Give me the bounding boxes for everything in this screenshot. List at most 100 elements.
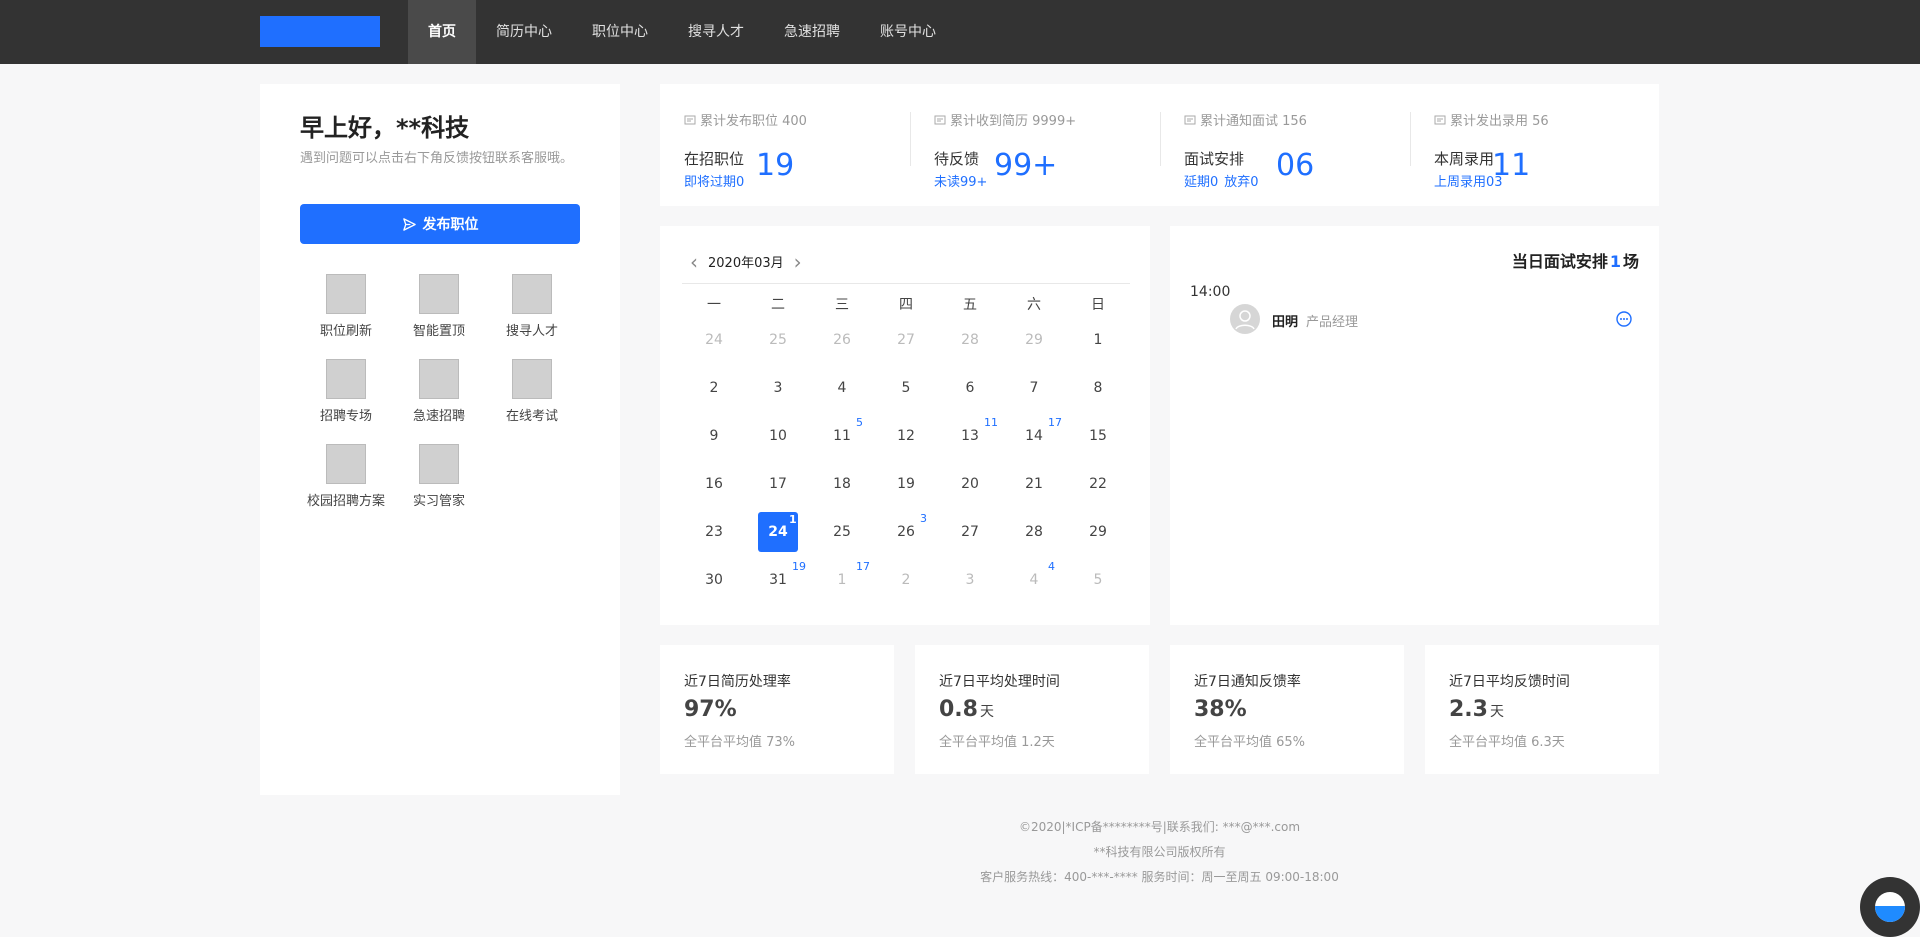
day-number: 31 [769,572,787,588]
shortcut-smart-top[interactable]: 智能置顶 [389,274,489,339]
calendar-day[interactable]: 13 11 [938,416,1002,464]
top-navbar: 首页 简历中心 职位中心 搜寻人才 急速招聘 账号中心 [0,0,1920,64]
calendar-day[interactable]: 21 [1002,464,1066,512]
calendar-day[interactable]: 22 [1066,464,1130,512]
metric-average: 全平台平均值 1.2天 [939,735,1055,750]
stat-sub[interactable]: 即将过期0 [684,171,750,190]
footer-links[interactable]: ©2020|*ICP备********号|联系我们: ***@***.com [660,815,1659,840]
calendar-day[interactable]: 20 [938,464,1002,512]
publish-job-label: 发布职位 [422,217,479,233]
shortcut-job-refresh[interactable]: 职位刷新 [296,274,396,339]
stat-interviews[interactable]: 累计通知面试 156 面试安排 延期0 放弃0 06 [1160,84,1410,206]
calendar-day[interactable]: 11 5 [810,416,874,464]
shortcut-online-exam[interactable]: 在线考试 [482,359,582,424]
calendar-day[interactable]: 18 [810,464,874,512]
calendar-day[interactable]: 17 [746,464,810,512]
shortcut-talent-search[interactable]: 搜寻人才 [482,274,582,339]
calendar-day[interactable]: 15 [1066,416,1130,464]
candidate-name[interactable]: 田明 [1272,311,1298,330]
calendar-day[interactable]: 26 3 [874,512,938,560]
schedule-title-prefix: 当日面试安排 [1511,252,1608,271]
calendar-day[interactable]: 24 [682,320,746,368]
nav-item-resume-center[interactable]: 简历中心 [476,0,572,64]
nav-item-account-center[interactable]: 账号中心 [860,0,956,64]
welcome-panel: 早上好，**科技 遇到问题可以点击右下角反馈按钮联系客服哦。 发布职位 职位刷新… [260,84,620,795]
calendar-day[interactable]: 16 [682,464,746,512]
calendar-day[interactable]: 3 [746,368,810,416]
calendar-day[interactable]: 31 19 [746,560,810,608]
stat-sub[interactable]: 未读99+ [934,171,993,190]
calendar-day[interactable]: 2 [682,368,746,416]
stat-total: 累计发布职位 400 [684,110,807,129]
stat-weekly-hires[interactable]: 累计发出录用 56 本周录用 上周录用03 11 [1410,84,1660,206]
schedule-count: 1 [1609,252,1621,271]
job-refresh-icon [326,274,366,314]
publish-job-button[interactable]: 发布职位 [300,204,580,244]
metric-title: 近7日平均处理时间 [939,674,1060,690]
calendar-day[interactable]: 29 [1002,320,1066,368]
chevron-right-icon[interactable]: › [794,252,802,272]
send-icon [402,217,416,231]
calendar-day[interactable]: 23 [682,512,746,560]
shortcut-intern-manager[interactable]: 实习管家 [389,444,489,509]
day-number: 29 [1089,524,1107,540]
calendar-day[interactable]: 25 [746,320,810,368]
calendar-day[interactable]: 8 [1066,368,1130,416]
avatar[interactable] [1230,304,1260,334]
calendar-panel: ‹ 2020年03月 › 一二三四五六日 24 25 26 27 28 29 1 2 3 4 5 6 7… [660,226,1150,625]
day-number: 9 [709,428,719,444]
calendar-day[interactable]: 4 [810,368,874,416]
calendar-day[interactable]: 30 [682,560,746,608]
stat-sub-item[interactable]: 延期0 [1184,175,1218,190]
divider [682,283,1130,284]
stat-open-jobs[interactable]: 累计发布职位 400 在招职位 即将过期0 19 [660,84,910,206]
calendar-day[interactable]: 6 [938,368,1002,416]
brand-logo[interactable] [260,16,380,47]
metric-unit: 天 [979,704,994,720]
stat-sub[interactable]: 延期0 放弃0 [1184,171,1265,190]
calendar-day[interactable]: 25 [810,512,874,560]
calendar-day[interactable]: 1 17 [810,560,874,608]
day-number: 25 [833,524,851,540]
calendar-day[interactable]: 44 [1002,560,1066,608]
stat-total: 累计收到简历 9999+ [934,110,1076,129]
stat-label: 面试安排 [1184,150,1245,168]
calendar-day[interactable]: 10 [746,416,810,464]
calendar-day-selected[interactable]: 24 1 [746,512,810,560]
day-number: 28 [1025,524,1043,540]
stat-sub-item[interactable]: 未读99+ [934,175,987,190]
calendar-day[interactable]: 12 [874,416,938,464]
shortcut-quick-hire[interactable]: 急速招聘 [389,359,489,424]
calendar-day[interactable]: 7 [1002,368,1066,416]
nav-item-talent-search[interactable]: 搜寻人才 [668,0,764,64]
calendar-day[interactable]: 27 [938,512,1002,560]
calendar-day[interactable]: 14 17 [1002,416,1066,464]
nav-item-home[interactable]: 首页 [408,0,476,64]
calendar-day[interactable]: 28 [938,320,1002,368]
calendar-day[interactable]: 28 [1002,512,1066,560]
calendar-day[interactable]: 9 [682,416,746,464]
shortcut-job-fair[interactable]: 招聘专场 [296,359,396,424]
nav-item-job-center[interactable]: 职位中心 [572,0,668,64]
calendar-day[interactable]: 19 [874,464,938,512]
stat-sub-item[interactable]: 即将过期0 [684,175,744,190]
divider [1410,112,1411,166]
stat-sub-item[interactable]: 放弃0 [1224,175,1258,190]
chevron-left-icon[interactable]: ‹ [690,252,698,272]
calendar-day[interactable]: 27 [874,320,938,368]
feedback-button[interactable] [1860,877,1920,937]
calendar-day[interactable]: 1 [1066,320,1130,368]
day-number: 30 [705,572,723,588]
stat-pending-feedback[interactable]: 累计收到简历 9999+ 待反馈 未读99+ 99+ [910,84,1160,206]
shortcut-campus-plan[interactable]: 校园招聘方案 [296,444,396,509]
nav-item-quick-hire[interactable]: 急速招聘 [764,0,860,64]
calendar-day[interactable]: 2 [874,560,938,608]
calendar-day[interactable]: 29 [1066,512,1130,560]
calendar-day[interactable]: 3 [938,560,1002,608]
interview-schedule-panel: 当日面试安排 1 场 14:00 田明 产品经理 [1170,226,1659,625]
chat-icon[interactable] [1615,310,1633,328]
calendar-day[interactable]: 26 [810,320,874,368]
interview-count-badge: 17 [856,560,870,573]
calendar-day[interactable]: 5 [1066,560,1130,608]
calendar-day[interactable]: 5 [874,368,938,416]
